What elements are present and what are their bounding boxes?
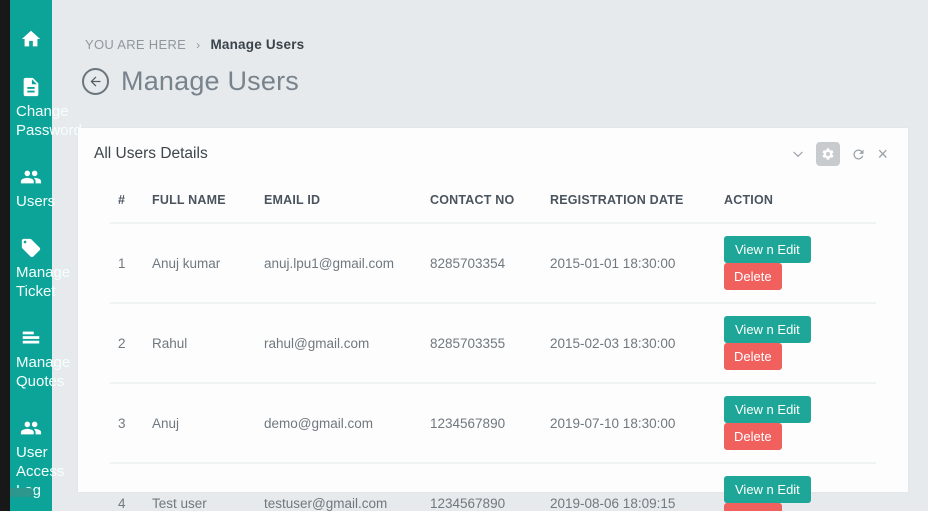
sidebar-item-label: Manage Quotes bbox=[16, 354, 71, 390]
home-icon bbox=[10, 28, 52, 50]
back-button[interactable] bbox=[82, 68, 109, 95]
column-header: # bbox=[118, 193, 126, 207]
window-edge bbox=[0, 0, 10, 511]
sidebar-item-manage-quotes[interactable]: Manage Quotes bbox=[10, 327, 70, 391]
cell-email: demo@gmail.com bbox=[264, 415, 373, 431]
cell-num: 1 bbox=[118, 255, 126, 271]
page-title-row: Manage Users bbox=[82, 66, 928, 97]
sidebar-item-label: Users bbox=[16, 193, 56, 210]
delete-button[interactable]: Delete bbox=[724, 423, 782, 450]
panel-tool-refresh-button[interactable] bbox=[851, 147, 866, 162]
view-edit-button[interactable]: View n Edit bbox=[724, 476, 811, 503]
cell-num: 2 bbox=[118, 335, 126, 351]
cell-date: 2015-02-03 18:30:00 bbox=[550, 335, 676, 351]
cell-email: anuj.lpu1@gmail.com bbox=[264, 255, 395, 271]
column-header: ACTION bbox=[724, 193, 774, 207]
file-icon bbox=[10, 76, 52, 98]
cell-contact: 1234567890 bbox=[430, 415, 506, 431]
cell-date: 2015-01-01 18:30:00 bbox=[550, 255, 676, 271]
cell-action: View n EditDelete bbox=[716, 223, 876, 303]
view-edit-button[interactable]: View n Edit bbox=[724, 396, 811, 423]
breadcrumb-current[interactable]: Manage Users bbox=[210, 37, 304, 52]
cell-contact: 8285703355 bbox=[430, 335, 506, 351]
sidebar: Change Password Users Manage Ticket Manage … bbox=[5, 0, 82, 511]
cell-name: Test user bbox=[152, 495, 207, 511]
list-icon bbox=[10, 327, 52, 349]
table-body: 1 Anuj kumar anuj.lpu1@gmail.com 8285703354… bbox=[110, 223, 876, 511]
arrow-left-icon bbox=[88, 74, 103, 89]
users-table-wrap: # FULL NAME EMAIL ID CONTACT NO REGISTRATION… bbox=[110, 178, 876, 511]
delete-button[interactable]: Delete bbox=[724, 343, 782, 370]
users-icon bbox=[10, 417, 52, 439]
table-row: 3 Anuj demo@gmail.com 1234567890 2019-07-10 … bbox=[110, 383, 876, 463]
cell-email: rahul@gmail.com bbox=[264, 335, 370, 351]
sidebar-item-label: Manage Ticket bbox=[16, 264, 71, 300]
cell-action: View n EditDelete bbox=[716, 383, 876, 463]
cell-num: 3 bbox=[118, 415, 126, 431]
cell-name: Anuj kumar bbox=[152, 255, 221, 271]
view-edit-button[interactable]: View n Edit bbox=[724, 316, 811, 343]
column-header: CONTACT NO bbox=[430, 193, 515, 207]
view-edit-button[interactable]: View n Edit bbox=[724, 236, 811, 263]
sidebar-item-manage-ticket[interactable]: Manage Ticket bbox=[10, 237, 70, 301]
cell-action: View n EditDelete bbox=[716, 303, 876, 383]
cell-name: Rahul bbox=[152, 335, 188, 351]
delete-button[interactable]: Delete bbox=[724, 503, 782, 511]
cell-email: testuser@gmail.com bbox=[264, 495, 388, 511]
gear-icon bbox=[821, 147, 835, 161]
main-content: YOU ARE HERE › Manage Users Manage Users A… bbox=[52, 0, 928, 511]
tag-icon bbox=[10, 237, 52, 259]
cell-contact: 8285703354 bbox=[430, 255, 506, 271]
refresh-icon bbox=[851, 147, 866, 162]
cell-num: 4 bbox=[118, 495, 126, 511]
sidebar-item-home[interactable] bbox=[10, 28, 52, 50]
cell-date: 2019-08-06 18:09:15 bbox=[550, 495, 676, 511]
table-row: 4 Test user testuser@gmail.com 1234567890 20… bbox=[110, 463, 876, 511]
panel-tool-close-button[interactable]: × bbox=[877, 145, 888, 163]
cell-name: Anuj bbox=[152, 415, 180, 431]
table-row: 2 Rahul rahul@gmail.com 8285703355 2015-02-0… bbox=[110, 303, 876, 383]
users-table: # FULL NAME EMAIL ID CONTACT NO REGISTRATION… bbox=[110, 178, 876, 511]
chevron-down-icon bbox=[791, 147, 805, 161]
sidebar-nav: Change Password Users Manage Ticket Manage … bbox=[10, 0, 82, 500]
column-header: REGISTRATION DATE bbox=[550, 193, 684, 207]
panel-tool-settings-button[interactable] bbox=[816, 142, 841, 166]
table-header-row: # FULL NAME EMAIL ID CONTACT NO REGISTRATION… bbox=[110, 178, 876, 223]
close-icon: × bbox=[877, 144, 888, 164]
panel-tool-collapse-button[interactable] bbox=[791, 147, 805, 161]
cell-action: View n EditDelete bbox=[716, 463, 876, 511]
sidebar-item-change-password[interactable]: Change Password bbox=[10, 76, 82, 140]
table-row: 1 Anuj kumar anuj.lpu1@gmail.com 8285703354… bbox=[110, 223, 876, 303]
panel-header: All Users Details × bbox=[78, 128, 908, 172]
delete-button[interactable]: Delete bbox=[724, 263, 782, 290]
users-icon bbox=[10, 166, 52, 188]
cell-contact: 1234567890 bbox=[430, 495, 506, 511]
panel-tools: × bbox=[791, 142, 888, 166]
page-title: Manage Users bbox=[121, 66, 299, 96]
breadcrumb-you-are-here: YOU ARE HERE bbox=[85, 37, 187, 52]
sidebar-item-users[interactable]: Users bbox=[10, 166, 55, 211]
breadcrumb: YOU ARE HERE › Manage Users bbox=[52, 0, 928, 52]
sidebar-item-label: Change Password bbox=[16, 103, 82, 139]
column-header: FULL NAME bbox=[152, 193, 226, 207]
breadcrumb-separator-icon: › bbox=[196, 38, 201, 52]
panel-title: All Users Details bbox=[94, 145, 208, 162]
column-header: EMAIL ID bbox=[264, 193, 321, 207]
users-panel: All Users Details × # FULL NAME EMAIL ID CO… bbox=[78, 128, 908, 511]
cell-date: 2019-07-10 18:30:00 bbox=[550, 415, 676, 431]
